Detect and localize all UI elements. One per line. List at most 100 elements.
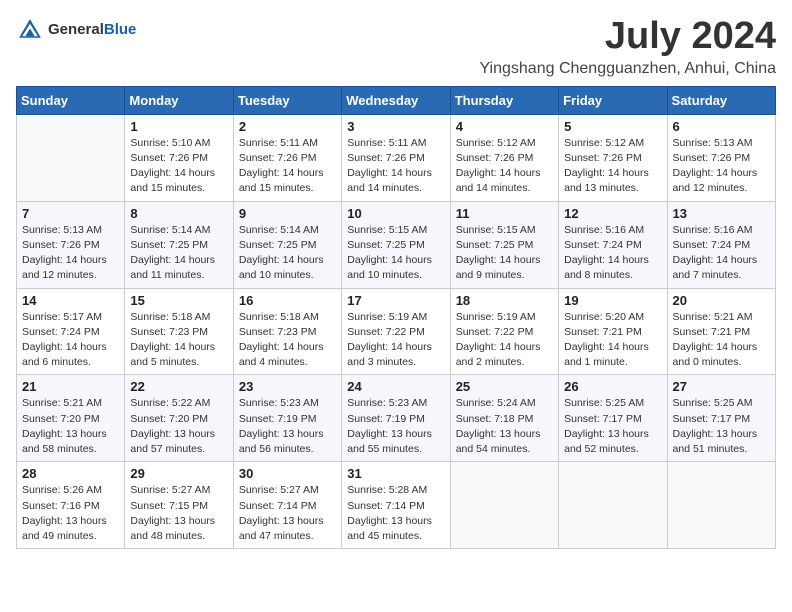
logo: GeneralBlue xyxy=(16,16,136,44)
weekday-header-sunday: Sunday xyxy=(17,86,125,114)
day-info: Sunrise: 5:12 AM Sunset: 7:26 PM Dayligh… xyxy=(456,136,553,197)
weekday-header-monday: Monday xyxy=(125,86,233,114)
day-number: 10 xyxy=(347,206,444,221)
day-number: 28 xyxy=(22,466,119,481)
title-block: July 2024 Yingshang Chengguanzhen, Anhui… xyxy=(479,16,776,78)
day-number: 26 xyxy=(564,379,661,394)
day-number: 27 xyxy=(673,379,770,394)
day-number: 15 xyxy=(130,293,227,308)
day-info: Sunrise: 5:27 AM Sunset: 7:15 PM Dayligh… xyxy=(130,483,227,544)
day-info: Sunrise: 5:25 AM Sunset: 7:17 PM Dayligh… xyxy=(564,396,661,457)
day-number: 11 xyxy=(456,206,553,221)
day-number: 7 xyxy=(22,206,119,221)
day-info: Sunrise: 5:26 AM Sunset: 7:16 PM Dayligh… xyxy=(22,483,119,544)
logo-icon xyxy=(16,16,44,44)
day-info: Sunrise: 5:10 AM Sunset: 7:26 PM Dayligh… xyxy=(130,136,227,197)
calendar-cell: 15 Sunrise: 5:18 AM Sunset: 7:23 PM Dayli… xyxy=(125,288,233,375)
calendar-cell: 8Sunrise: 5:14 AM Sunset: 7:25 PM Daylig… xyxy=(125,201,233,288)
day-number: 23 xyxy=(239,379,336,394)
calendar-cell xyxy=(559,462,667,549)
day-number: 14 xyxy=(22,293,119,308)
calendar-cell: 28 Sunrise: 5:26 AM Sunset: 7:16 PM Dayli… xyxy=(17,462,125,549)
calendar-cell: 25 Sunrise: 5:24 AM Sunset: 7:18 PM Dayli… xyxy=(450,375,558,462)
day-number: 22 xyxy=(130,379,227,394)
weekday-header-wednesday: Wednesday xyxy=(342,86,450,114)
calendar-cell: 7Sunrise: 5:13 AM Sunset: 7:26 PM Daylig… xyxy=(17,201,125,288)
day-number: 9 xyxy=(239,206,336,221)
day-info: Sunrise: 5:23 AM Sunset: 7:19 PM Dayligh… xyxy=(347,396,444,457)
calendar-cell: 16Sunrise: 5:18 AM Sunset: 7:23 PM Dayli… xyxy=(233,288,341,375)
weekday-header-friday: Friday xyxy=(559,86,667,114)
day-info: Sunrise: 5:14 AM Sunset: 7:25 PM Dayligh… xyxy=(239,223,336,284)
calendar-cell: 4Sunrise: 5:12 AM Sunset: 7:26 PM Daylig… xyxy=(450,114,558,201)
calendar-cell: 5 Sunrise: 5:12 AM Sunset: 7:26 PM Daylig… xyxy=(559,114,667,201)
day-number: 29 xyxy=(130,466,227,481)
calendar-cell xyxy=(667,462,775,549)
day-info: Sunrise: 5:21 AM Sunset: 7:21 PM Dayligh… xyxy=(673,310,770,371)
day-info: Sunrise: 5:16 AM Sunset: 7:24 PM Dayligh… xyxy=(564,223,661,284)
calendar-cell: 31 Sunrise: 5:28 AM Sunset: 7:14 PM Dayli… xyxy=(342,462,450,549)
day-number: 5 xyxy=(564,119,661,134)
calendar-cell xyxy=(450,462,558,549)
calendar-cell: 20 Sunrise: 5:21 AM Sunset: 7:21 PM Dayli… xyxy=(667,288,775,375)
day-info: Sunrise: 5:27 AM Sunset: 7:14 PM Dayligh… xyxy=(239,483,336,544)
day-number: 30 xyxy=(239,466,336,481)
calendar-cell: 30 Sunrise: 5:27 AM Sunset: 7:14 PM Dayli… xyxy=(233,462,341,549)
calendar-cell: 2 Sunrise: 5:11 AM Sunset: 7:26 PM Daylig… xyxy=(233,114,341,201)
day-number: 12 xyxy=(564,206,661,221)
calendar-cell: 12 Sunrise: 5:16 AM Sunset: 7:24 PM Dayli… xyxy=(559,201,667,288)
month-year: July 2024 xyxy=(479,16,776,58)
day-number: 24 xyxy=(347,379,444,394)
day-number: 6 xyxy=(673,119,770,134)
calendar-cell: 18Sunrise: 5:19 AM Sunset: 7:22 PM Dayli… xyxy=(450,288,558,375)
day-number: 21 xyxy=(22,379,119,394)
location: Yingshang Chengguanzhen, Anhui, China xyxy=(479,60,776,78)
day-info: Sunrise: 5:18 AM Sunset: 7:23 PM Dayligh… xyxy=(130,310,227,371)
day-info: Sunrise: 5:15 AM Sunset: 7:25 PM Dayligh… xyxy=(347,223,444,284)
calendar-cell xyxy=(17,114,125,201)
calendar-cell: 29 Sunrise: 5:27 AM Sunset: 7:15 PM Dayli… xyxy=(125,462,233,549)
logo-general-text: GeneralBlue xyxy=(48,21,136,39)
weekday-header-thursday: Thursday xyxy=(450,86,558,114)
calendar-cell: 19 Sunrise: 5:20 AM Sunset: 7:21 PM Dayli… xyxy=(559,288,667,375)
weekday-header-saturday: Saturday xyxy=(667,86,775,114)
calendar-cell: 13 Sunrise: 5:16 AM Sunset: 7:24 PM Dayli… xyxy=(667,201,775,288)
day-info: Sunrise: 5:14 AM Sunset: 7:25 PM Dayligh… xyxy=(130,223,227,284)
day-number: 20 xyxy=(673,293,770,308)
day-info: Sunrise: 5:24 AM Sunset: 7:18 PM Dayligh… xyxy=(456,396,553,457)
calendar-cell: 21 Sunrise: 5:21 AM Sunset: 7:20 PM Dayli… xyxy=(17,375,125,462)
day-number: 13 xyxy=(673,206,770,221)
day-number: 19 xyxy=(564,293,661,308)
calendar-cell: 17Sunrise: 5:19 AM Sunset: 7:22 PM Dayli… xyxy=(342,288,450,375)
day-number: 1 xyxy=(130,119,227,134)
day-info: Sunrise: 5:15 AM Sunset: 7:25 PM Dayligh… xyxy=(456,223,553,284)
calendar-cell: 3 Sunrise: 5:11 AM Sunset: 7:26 PM Daylig… xyxy=(342,114,450,201)
day-number: 17 xyxy=(347,293,444,308)
calendar-cell: 26 Sunrise: 5:25 AM Sunset: 7:17 PM Dayli… xyxy=(559,375,667,462)
day-info: Sunrise: 5:11 AM Sunset: 7:26 PM Dayligh… xyxy=(239,136,336,197)
day-number: 25 xyxy=(456,379,553,394)
day-info: Sunrise: 5:20 AM Sunset: 7:21 PM Dayligh… xyxy=(564,310,661,371)
calendar-cell: 1 Sunrise: 5:10 AM Sunset: 7:26 PM Daylig… xyxy=(125,114,233,201)
page-header: GeneralBlue July 2024 Yingshang Chenggua… xyxy=(16,16,776,78)
calendar-cell: 9 Sunrise: 5:14 AM Sunset: 7:25 PM Daylig… xyxy=(233,201,341,288)
calendar-cell: 10 Sunrise: 5:15 AM Sunset: 7:25 PM Dayli… xyxy=(342,201,450,288)
day-info: Sunrise: 5:12 AM Sunset: 7:26 PM Dayligh… xyxy=(564,136,661,197)
day-info: Sunrise: 5:11 AM Sunset: 7:26 PM Dayligh… xyxy=(347,136,444,197)
calendar-cell: 23Sunrise: 5:23 AM Sunset: 7:19 PM Dayli… xyxy=(233,375,341,462)
day-number: 3 xyxy=(347,119,444,134)
day-info: Sunrise: 5:21 AM Sunset: 7:20 PM Dayligh… xyxy=(22,396,119,457)
calendar-cell: 14 Sunrise: 5:17 AM Sunset: 7:24 PM Dayli… xyxy=(17,288,125,375)
day-info: Sunrise: 5:18 AM Sunset: 7:23 PM Dayligh… xyxy=(239,310,336,371)
calendar-cell: 27Sunrise: 5:25 AM Sunset: 7:17 PM Dayli… xyxy=(667,375,775,462)
calendar-cell: 22Sunrise: 5:22 AM Sunset: 7:20 PM Dayli… xyxy=(125,375,233,462)
day-number: 2 xyxy=(239,119,336,134)
day-info: Sunrise: 5:19 AM Sunset: 7:22 PM Dayligh… xyxy=(456,310,553,371)
day-info: Sunrise: 5:16 AM Sunset: 7:24 PM Dayligh… xyxy=(673,223,770,284)
day-info: Sunrise: 5:28 AM Sunset: 7:14 PM Dayligh… xyxy=(347,483,444,544)
calendar-cell: 11 Sunrise: 5:15 AM Sunset: 7:25 PM Dayli… xyxy=(450,201,558,288)
day-number: 31 xyxy=(347,466,444,481)
weekday-header-tuesday: Tuesday xyxy=(233,86,341,114)
day-info: Sunrise: 5:17 AM Sunset: 7:24 PM Dayligh… xyxy=(22,310,119,371)
day-info: Sunrise: 5:13 AM Sunset: 7:26 PM Dayligh… xyxy=(673,136,770,197)
